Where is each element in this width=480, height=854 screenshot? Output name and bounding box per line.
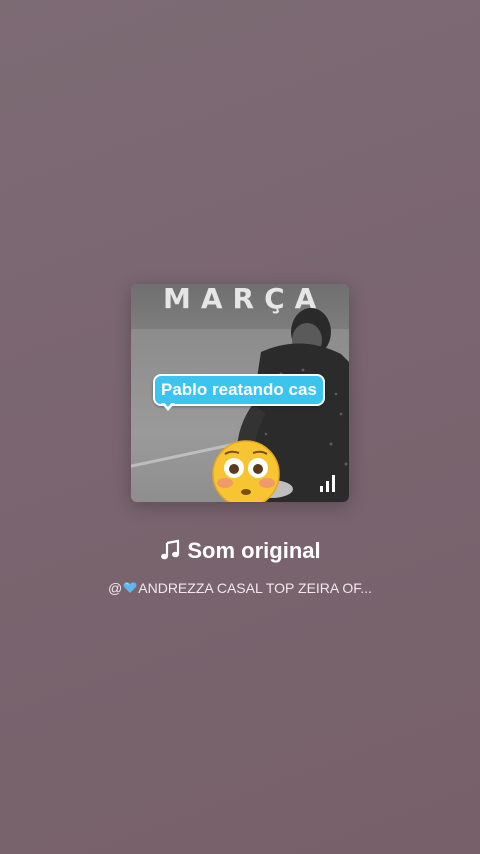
audio-page: MARÇA Pablo reatando cas Som original @ … [0,0,480,854]
flushed-face-icon [212,440,280,502]
blue-heart-icon [123,582,137,593]
music-note-icon [161,539,180,560]
audio-title-row: Som original [0,538,480,564]
author-at-sign: @ [108,580,123,596]
audio-cover-art[interactable]: MARÇA Pablo reatando cas [131,284,349,502]
author-name: ANDREZZA CASAL TOP ZEIRA OF... [138,580,372,596]
audio-author-row[interactable]: @ ANDREZZA CASAL TOP ZEIRA OF... [0,580,480,596]
audio-title: Som original [187,538,321,563]
caption-tail-inner [163,401,173,407]
audio-bars-icon [320,475,335,492]
cover-caption: Pablo reatando cas [153,374,325,406]
cover-photo: MARÇA Pablo reatando cas [131,284,349,502]
